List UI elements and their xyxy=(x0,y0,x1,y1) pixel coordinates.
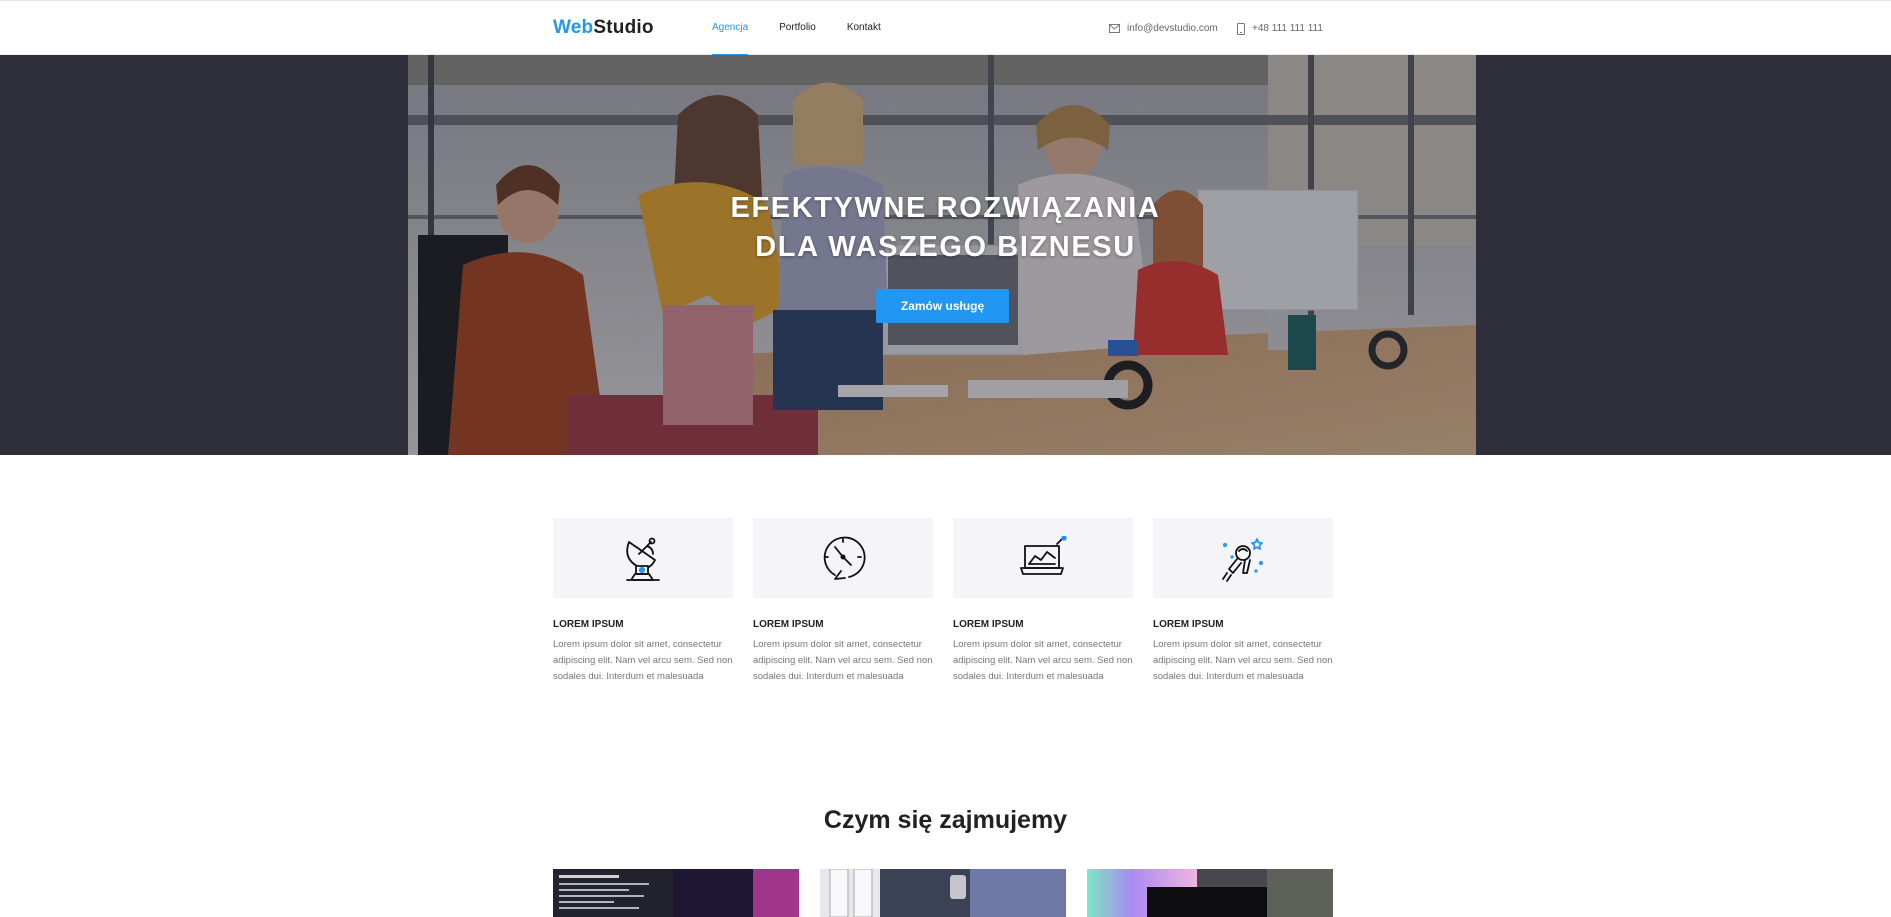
nav-item-agencja[interactable]: Agencja xyxy=(712,1,749,57)
nav-item-portfolio[interactable]: Portfolio xyxy=(779,1,816,56)
service-card-mobile[interactable] xyxy=(820,869,1066,917)
hero-title: EFEKTYWNE ROZWIĄZANIA DLA WASZEGO BIZNES… xyxy=(0,189,1891,267)
feature-card: LOREM IPSUM Lorem ipsum dolor sit amet, … xyxy=(553,518,733,685)
feature-icon-box xyxy=(953,518,1133,598)
order-service-button[interactable]: Zamów usługę xyxy=(876,289,1009,323)
feature-text: Lorem ipsum dolor sit amet, consectetur … xyxy=(553,639,733,682)
clock-icon xyxy=(823,536,866,580)
services-title: Czym się zajmujemy xyxy=(823,806,1068,834)
satellite-dish-icon xyxy=(626,537,660,581)
main-nav: Agencja Portfolio Kontakt xyxy=(712,1,912,57)
feature-card: LOREM IPSUM Lorem ipsum dolor sit amet, … xyxy=(1153,518,1333,685)
contact-phone[interactable]: +48 111 111 111 xyxy=(1237,1,1323,56)
service-card-design[interactable] xyxy=(1087,869,1333,917)
astronaut-icon xyxy=(1222,538,1264,582)
feature-title: LOREM IPSUM xyxy=(953,619,1024,630)
logo-web: Web xyxy=(553,17,594,38)
feature-icon-box xyxy=(553,518,733,598)
feature-card: LOREM IPSUM Lorem ipsum dolor sit amet, … xyxy=(953,518,1133,685)
feature-title: LOREM IPSUM xyxy=(753,619,824,630)
feature-text: Lorem ipsum dolor sit amet, consectetur … xyxy=(1153,639,1333,682)
feature-card: LOREM IPSUM Lorem ipsum dolor sit amet, … xyxy=(753,518,933,685)
phone-icon xyxy=(1237,22,1245,35)
logo-studio: Studio xyxy=(593,17,654,38)
services-cards xyxy=(553,869,1333,917)
contact-email-text: info@devstudio.com xyxy=(1127,23,1218,34)
feature-title: LOREM IPSUM xyxy=(553,619,624,630)
feature-text: Lorem ipsum dolor sit amet, consectetur … xyxy=(753,639,933,682)
hero-title-line2: DLA WASZEGO BIZNESU xyxy=(755,231,1136,263)
nav-item-kontakt[interactable]: Kontakt xyxy=(847,1,881,56)
feature-icon-box xyxy=(753,518,933,598)
feature-text: Lorem ipsum dolor sit amet, consectetur … xyxy=(953,639,1133,682)
hero-section: EFEKTYWNE ROZWIĄZANIA DLA WASZEGO BIZNES… xyxy=(0,55,1891,455)
features-section: LOREM IPSUM Lorem ipsum dolor sit amet, … xyxy=(553,518,1333,685)
logo[interactable]: WebStudio xyxy=(553,17,654,39)
hero-title-line1: EFEKTYWNE ROZWIĄZANIA xyxy=(730,192,1161,224)
feature-icon-box xyxy=(1153,518,1333,598)
mail-icon xyxy=(1109,24,1120,33)
laptop-chart-icon xyxy=(1020,536,1067,575)
feature-title: LOREM IPSUM xyxy=(1153,619,1224,630)
service-card-coding[interactable] xyxy=(553,869,799,917)
contact-phone-text: +48 111 111 111 xyxy=(1252,23,1323,34)
site-header: WebStudio Agencja Portfolio Kontakt info… xyxy=(0,0,1891,57)
contact-email[interactable]: info@devstudio.com xyxy=(1109,1,1218,56)
